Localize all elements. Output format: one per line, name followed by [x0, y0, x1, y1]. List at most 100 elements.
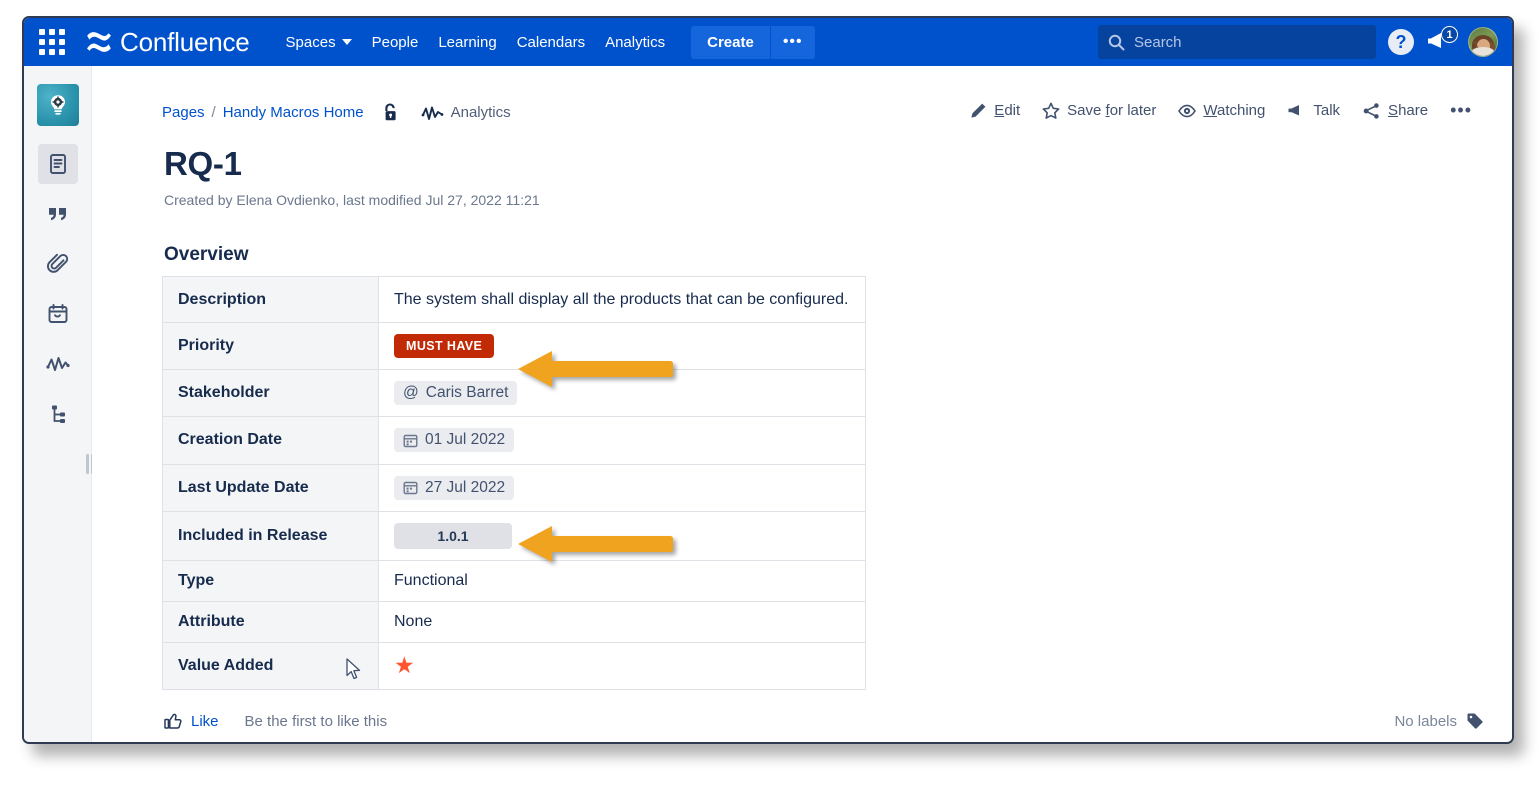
save-for-later-label: Save for later	[1067, 102, 1156, 119]
avatar[interactable]	[1468, 27, 1498, 57]
section-heading-overview: Overview	[164, 244, 1472, 266]
create-button-group: Create •••	[691, 26, 815, 59]
release-chip[interactable]: 1.0.1	[394, 523, 512, 549]
lightbulb-gear-glyph	[45, 92, 71, 118]
row-value-stakeholder: @ Caris Barret	[379, 370, 866, 417]
sidebar-item-blog[interactable]	[38, 194, 78, 234]
watching-button[interactable]: Watching	[1178, 102, 1265, 120]
row-label-value-added: Value Added	[163, 643, 379, 690]
row-value-attribute: None	[379, 602, 866, 643]
blockquote-icon	[45, 202, 71, 226]
status-badge[interactable]: MUST HAVE	[394, 334, 494, 358]
date-text: 01 Jul 2022	[425, 431, 505, 449]
page-document-icon	[46, 152, 70, 176]
tag-icon	[1466, 712, 1484, 730]
row-label-type: Type	[163, 561, 379, 602]
page-actions-toolbar: Edit Save for later Watching	[970, 100, 1472, 121]
star-outline-icon	[1042, 102, 1060, 120]
labels-text: No labels	[1394, 713, 1457, 730]
nav-right-cluster: Search ? 1	[1098, 25, 1512, 59]
row-label-attribute: Attribute	[163, 602, 379, 643]
padlock-glyph	[381, 102, 400, 123]
row-label-creation-date: Creation Date	[163, 417, 379, 465]
table-row: Attribute None	[163, 602, 866, 643]
page-actions-more-button[interactable]: •••	[1450, 100, 1472, 121]
megaphone-icon	[1287, 102, 1306, 119]
row-value-creation-date: 01 Jul 2022	[379, 417, 866, 465]
row-value-description: The system shall display all the product…	[379, 277, 866, 323]
table-row: Priority MUST HAVE	[163, 323, 866, 370]
labels-section[interactable]: No labels	[1394, 712, 1484, 730]
save-for-later-button[interactable]: Save for later	[1042, 102, 1156, 120]
notifications-button[interactable]: 1	[1426, 29, 1456, 55]
watching-label: Watching	[1203, 102, 1265, 119]
search-placeholder: Search	[1134, 34, 1182, 51]
sidebar-item-analytics[interactable]	[38, 344, 78, 384]
top-navigation-bar: Confluence Spaces People Learning Calend…	[24, 18, 1512, 66]
row-label-stakeholder: Stakeholder	[163, 370, 379, 417]
confluence-mark-icon	[86, 31, 112, 53]
content-header: Pages / Handy Macros Home	[162, 100, 1472, 123]
talk-button[interactable]: Talk	[1287, 102, 1340, 119]
nav-spaces[interactable]: Spaces	[276, 27, 362, 58]
sidebar-item-pages[interactable]	[38, 144, 78, 184]
calendar-icon	[403, 433, 418, 448]
row-label-priority: Priority	[163, 323, 379, 370]
breadcrumb-space-home[interactable]: Handy Macros Home	[223, 104, 364, 121]
primary-nav-links: Spaces People Learning Calendars Analyti…	[276, 26, 815, 59]
calendar-icon	[403, 480, 418, 495]
nav-learning[interactable]: Learning	[428, 27, 506, 58]
mention-chip[interactable]: @ Caris Barret	[394, 381, 517, 405]
unlocked-padlock-icon[interactable]	[381, 102, 400, 123]
nav-calendars[interactable]: Calendars	[507, 27, 595, 58]
page-footer: Like Be the first to like this No labels	[164, 712, 1484, 730]
description-text: The system shall display all the product…	[394, 291, 848, 308]
mention-name: Caris Barret	[426, 384, 509, 402]
sidebar-item-calendars[interactable]	[38, 294, 78, 334]
date-text: 27 Jul 2022	[425, 479, 505, 497]
edit-button[interactable]: Edit	[970, 102, 1020, 119]
nav-spaces-label: Spaces	[286, 34, 336, 51]
brand-name: Confluence	[120, 27, 250, 58]
share-button[interactable]: Share	[1362, 102, 1428, 120]
pencil-icon	[970, 102, 987, 119]
grid-apps-icon[interactable]	[32, 22, 72, 62]
create-more-button[interactable]: •••	[770, 26, 815, 59]
star-rating-icon[interactable]: ★	[394, 652, 415, 678]
calendar-icon	[46, 302, 70, 326]
table-row: Last Update Date 27 Jul 2022	[163, 464, 866, 512]
question-mark-icon[interactable]: ?	[1388, 29, 1414, 55]
page-title: RQ-1	[164, 145, 1472, 183]
confluence-logo[interactable]: Confluence	[86, 27, 250, 58]
date-chip[interactable]: 01 Jul 2022	[394, 428, 514, 452]
space-lightbulb-gear-icon[interactable]	[37, 84, 79, 126]
avatar-body	[1472, 47, 1494, 56]
table-row: Description The system shall display all…	[163, 277, 866, 323]
nav-analytics[interactable]: Analytics	[595, 27, 675, 58]
sidebar-item-attachments[interactable]	[38, 244, 78, 284]
thumbs-up-icon	[164, 712, 183, 730]
activity-chart-icon	[421, 104, 444, 122]
date-chip[interactable]: 27 Jul 2022	[394, 476, 514, 500]
create-button[interactable]: Create	[691, 26, 770, 59]
sidebar-item-page-tree[interactable]	[38, 394, 78, 434]
nav-people[interactable]: People	[362, 27, 429, 58]
row-label-included-in-release: Included in Release	[163, 512, 379, 561]
activity-chart-icon	[45, 352, 71, 376]
row-value-type: Functional	[379, 561, 866, 602]
row-value-priority: MUST HAVE	[379, 323, 866, 370]
mention-prefix: @	[403, 384, 419, 402]
table-row: Value Added ★	[163, 643, 866, 690]
breadcrumb-pages[interactable]: Pages	[162, 104, 205, 121]
chevron-down-icon	[342, 39, 352, 45]
breadcrumb-analytics-link[interactable]: Analytics	[421, 104, 511, 122]
search-icon	[1108, 34, 1125, 51]
overview-table: Description The system shall display all…	[162, 276, 866, 690]
search-input[interactable]: Search	[1098, 25, 1376, 59]
page-metadata: Created by Elena Ovdienko, last modified…	[164, 192, 1472, 208]
table-row: Stakeholder @ Caris Barret	[163, 370, 866, 417]
row-label-description: Description	[163, 277, 379, 323]
page-content: Pages / Handy Macros Home	[92, 66, 1512, 742]
breadcrumb-separator: /	[212, 104, 216, 121]
like-button[interactable]: Like	[164, 712, 219, 730]
